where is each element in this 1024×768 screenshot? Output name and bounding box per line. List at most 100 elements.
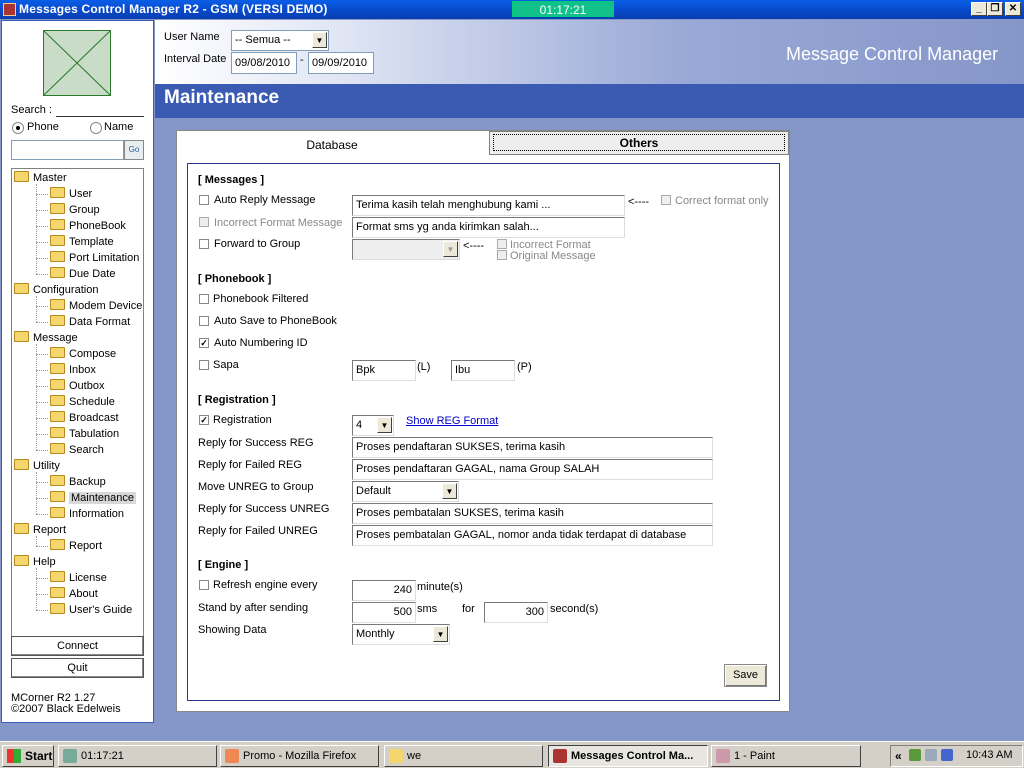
standby-unit: sms [417, 603, 438, 615]
folder-icon [50, 235, 65, 246]
incorrect-format-input[interactable]: Format sms yg anda kirimkan salah... [352, 217, 625, 238]
folder-icon [50, 411, 65, 422]
tree-item-15[interactable]: Broadcast [50, 410, 119, 426]
tree-item-2[interactable]: Group [50, 202, 100, 218]
app-icon[interactable] [3, 3, 16, 16]
forward-group-select[interactable]: ▼ [352, 239, 460, 260]
failed-reg-input[interactable]: Proses pendaftaran GAGAL, nama Group SAL… [352, 459, 713, 480]
quit-button[interactable]: Quit [11, 658, 144, 678]
tree-label: Maintenance [69, 492, 136, 504]
success-unreg-input[interactable]: Proses pembatalan SUKSES, terima kasih [352, 503, 713, 524]
forward-group-checkbox[interactable] [199, 239, 209, 249]
chevron-down-icon[interactable]: ▼ [433, 626, 448, 642]
search-go-button[interactable]: Go [124, 140, 144, 160]
folder-icon [50, 603, 65, 614]
tree-item-12[interactable]: Inbox [50, 362, 96, 378]
tree-item-16[interactable]: Tabulation [50, 426, 119, 442]
tree-item-4[interactable]: Template [50, 234, 114, 250]
registration-select[interactable]: 4 ▼ [352, 415, 394, 436]
tray-expand-icon[interactable]: « [895, 749, 902, 763]
refresh-engine-checkbox[interactable] [199, 580, 209, 590]
taskbar-item-2[interactable]: we [384, 745, 543, 767]
sapa-l-input[interactable]: Bpk [352, 360, 416, 381]
tree-item-6[interactable]: Due Date [50, 266, 115, 282]
tree-item-8[interactable]: Modem Device [50, 298, 142, 314]
chevron-down-icon[interactable]: ▼ [377, 417, 392, 433]
tree-item-26[interactable]: About [50, 586, 98, 602]
tree-group-24[interactable]: Help [14, 554, 56, 570]
radio-phone[interactable] [12, 122, 24, 134]
tree-item-5[interactable]: Port Limitation [50, 250, 139, 266]
registration-checkbox[interactable]: ✓ [199, 415, 209, 425]
auto-numbering-checkbox[interactable]: ✓ [199, 338, 209, 348]
success-reg-input[interactable]: Proses pendaftaran SUKSES, terima kasih [352, 437, 713, 458]
folder-icon [14, 555, 29, 566]
connect-button[interactable]: Connect [11, 636, 144, 656]
showing-data-select[interactable]: Monthly ▼ [352, 624, 450, 645]
correct-format-checkbox[interactable] [661, 195, 671, 205]
windows-logo-icon [7, 749, 21, 763]
tree-item-23[interactable]: Report [50, 538, 102, 554]
tray-app-icon[interactable] [909, 749, 921, 761]
tree-item-11[interactable]: Compose [50, 346, 116, 362]
sapa-checkbox[interactable] [199, 360, 209, 370]
date-from-input[interactable]: 09/08/2010 [231, 52, 297, 74]
standby-seconds-input[interactable]: 300 [484, 602, 548, 623]
tree-group-0[interactable]: Master [14, 170, 67, 186]
tree-item-27[interactable]: User's Guide [50, 602, 132, 618]
tree-item-1[interactable]: User [50, 186, 92, 202]
radio-name-label: Name [104, 121, 134, 133]
tree-item-13[interactable]: Outbox [50, 378, 104, 394]
move-unreg-select[interactable]: Default ▼ [352, 481, 459, 502]
tree-item-9[interactable]: Data Format [50, 314, 130, 330]
chevron-down-icon[interactable]: ▼ [443, 241, 458, 257]
failed-unreg-input[interactable]: Proses pembatalan GAGAL, nomor anda tida… [352, 525, 713, 546]
volume-icon[interactable] [941, 749, 953, 761]
tree-item-17[interactable]: Search [50, 442, 104, 458]
sapa-p-input[interactable]: Ibu [451, 360, 515, 381]
taskbar-item-1[interactable]: Promo - Mozilla Firefox [220, 745, 379, 767]
move-unreg-value: Default [356, 485, 391, 497]
chevron-down-icon[interactable]: ▼ [442, 483, 457, 499]
start-button[interactable]: Start [2, 745, 54, 767]
taskbar-item-label: we [407, 750, 422, 762]
tree-item-14[interactable]: Schedule [50, 394, 115, 410]
auto-save-checkbox[interactable] [199, 316, 209, 326]
search-input[interactable] [11, 140, 124, 160]
refresh-minutes-input[interactable]: 240 [352, 580, 416, 601]
chevron-down-icon[interactable]: ▼ [312, 32, 327, 48]
auto-reply-input[interactable]: Terima kasih telah menghubung kami ... [352, 195, 625, 216]
minimize-button[interactable]: _ [971, 2, 987, 16]
original-message-checkbox[interactable] [497, 250, 507, 260]
show-reg-format-link[interactable]: Show REG Format [406, 415, 498, 427]
for-label: for [462, 603, 475, 615]
incorrect-format-option-checkbox[interactable] [497, 239, 507, 249]
folder-icon [50, 379, 65, 390]
tree-item-20[interactable]: Maintenance [50, 490, 136, 506]
network-icon[interactable] [925, 749, 937, 761]
auto-reply-checkbox[interactable] [199, 195, 209, 205]
user-name-select[interactable]: -- Semua -- ▼ [231, 30, 329, 51]
tab-database[interactable]: Database [177, 131, 487, 155]
close-button[interactable]: ✕ [1005, 2, 1021, 16]
tree-group-10[interactable]: Message [14, 330, 78, 346]
taskbar-item-3[interactable]: Messages Control Ma... [548, 745, 708, 767]
tree-item-25[interactable]: License [50, 570, 107, 586]
tab-others[interactable]: Others [489, 131, 789, 155]
save-button[interactable]: Save [724, 664, 767, 687]
taskbar-item-0[interactable]: 01:17:21 [58, 745, 217, 767]
phonebook-filtered-checkbox[interactable] [199, 294, 209, 304]
taskbar-item-4[interactable]: 1 - Paint [711, 745, 861, 767]
nav-tree[interactable]: Master User Group PhoneBook Template Port Lim… [11, 168, 144, 643]
standby-sms-input[interactable]: 500 [352, 602, 416, 623]
incorrect-format-checkbox[interactable] [199, 217, 209, 227]
radio-name[interactable] [90, 122, 102, 134]
tree-item-21[interactable]: Information [50, 506, 124, 522]
tree-group-7[interactable]: Configuration [14, 282, 98, 298]
restore-button[interactable]: ❐ [987, 2, 1003, 16]
date-to-input[interactable]: 09/09/2010 [308, 52, 374, 74]
tree-group-22[interactable]: Report [14, 522, 66, 538]
tree-item-3[interactable]: PhoneBook [50, 218, 126, 234]
taskbar-item-label: Messages Control Ma... [571, 750, 694, 762]
tree-item-19[interactable]: Backup [50, 474, 106, 490]
